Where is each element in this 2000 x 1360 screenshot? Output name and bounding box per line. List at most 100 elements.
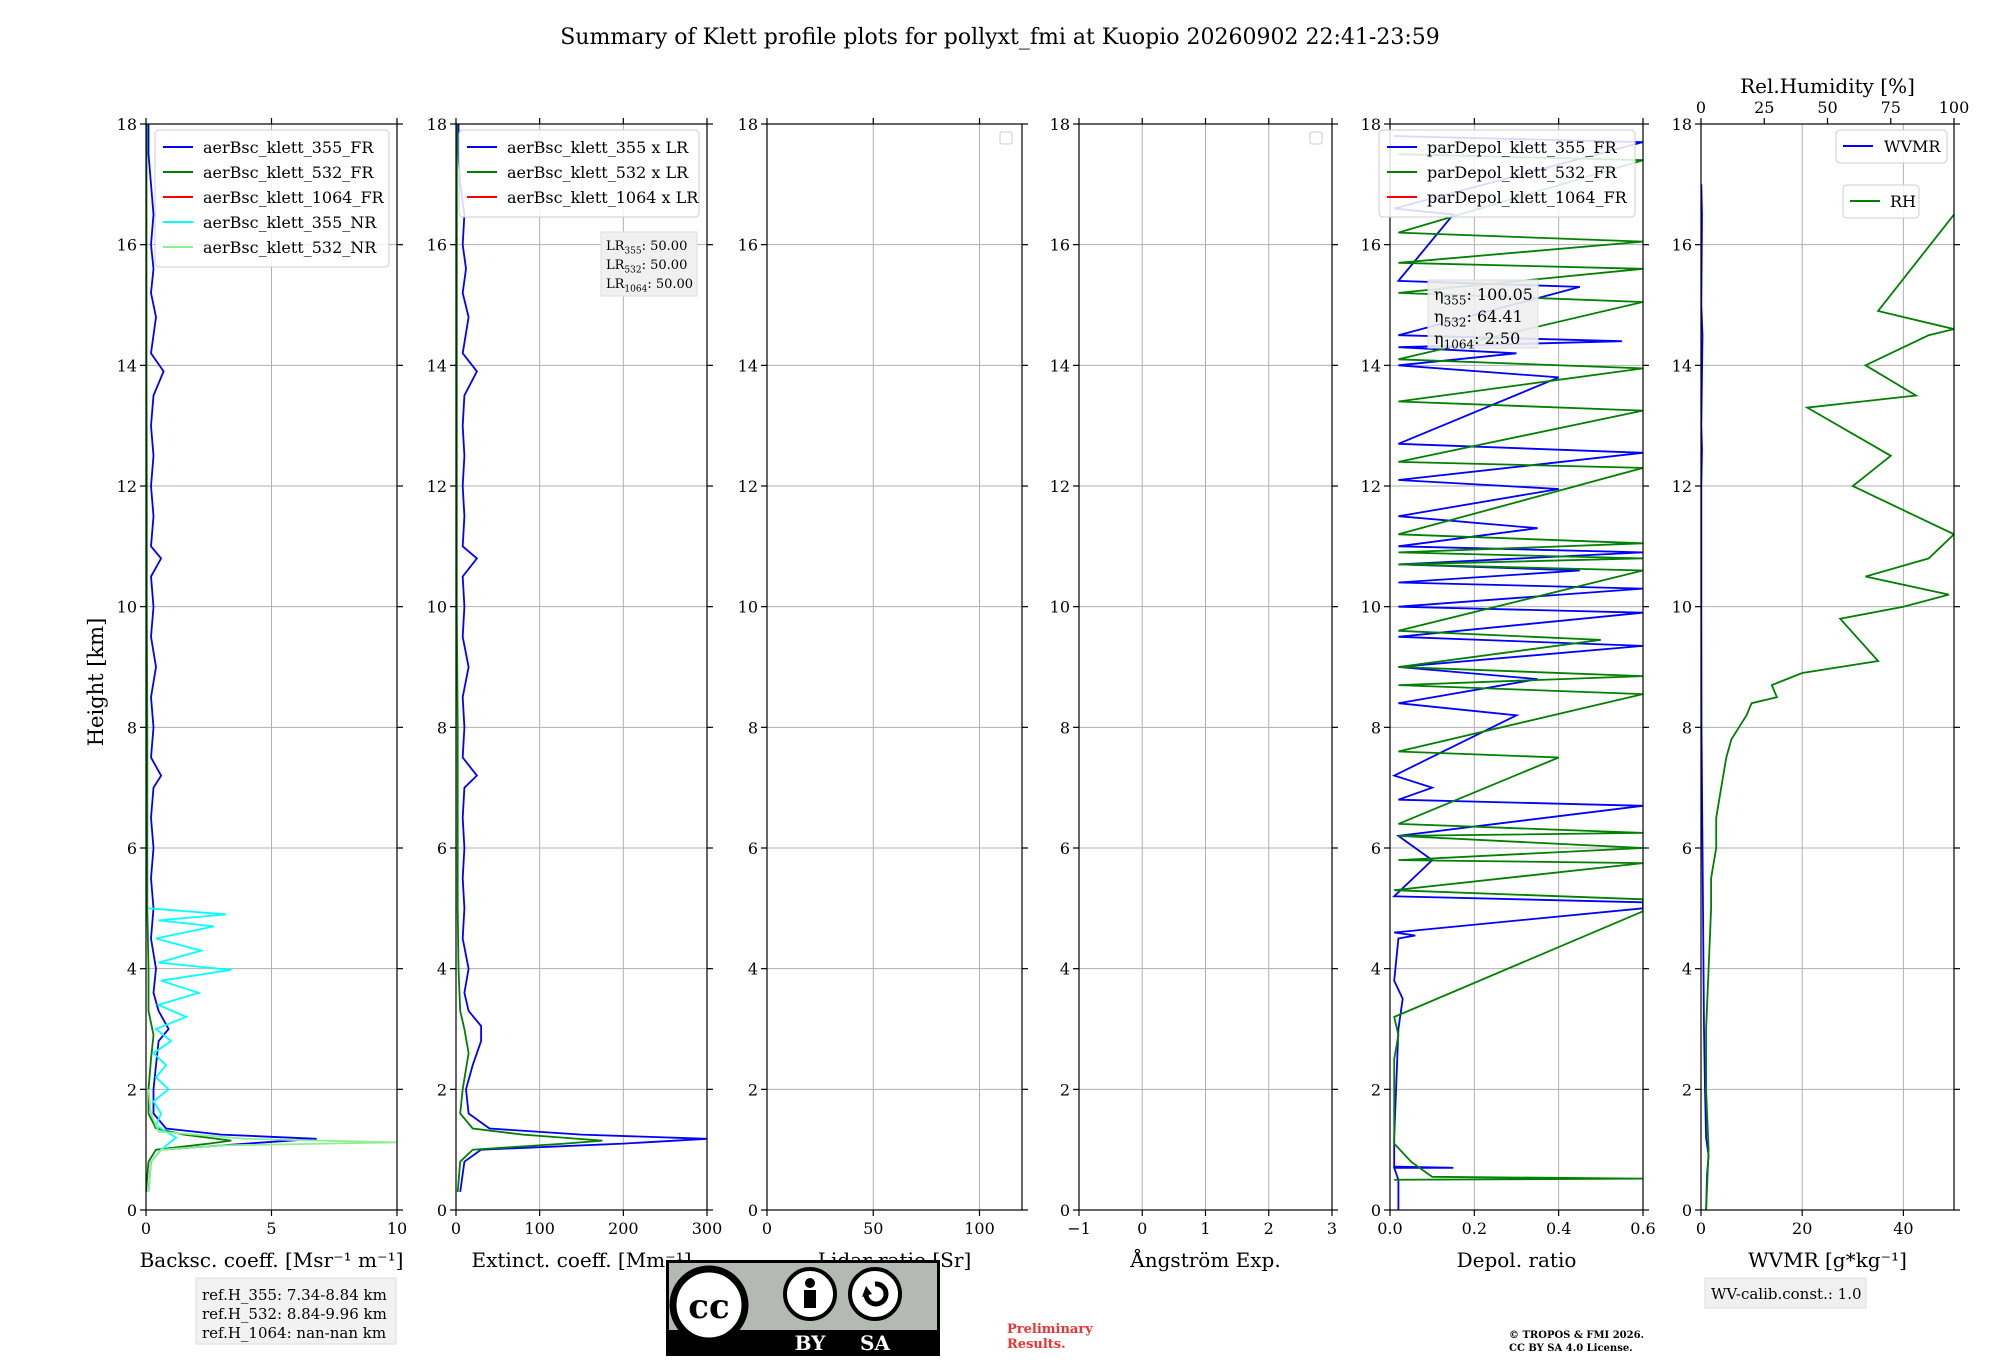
x-tick-label: −1 — [1067, 1219, 1091, 1238]
y-tick-label: 18 — [1050, 115, 1070, 134]
empty-legend-box — [999, 131, 1013, 145]
y-tick-label: 6 — [1682, 839, 1692, 858]
y-tick-label: 12 — [117, 477, 137, 496]
x-tick-label: 100 — [964, 1219, 995, 1238]
cc-license-badge: cc BY SA — [666, 1260, 940, 1356]
legend: aerBsc_klett_355 x LR aerBsc_klett_532 x … — [458, 129, 700, 218]
eta-annotation: η355: 100.05η532: 64.41η1064: 2.50 — [1427, 279, 1539, 351]
y-tick-label: 16 — [1050, 236, 1070, 255]
x-axis-label: Depol. ratio — [1457, 1248, 1577, 1272]
legend-label: WVMR — [1884, 137, 1941, 156]
legend-rh: RH — [1842, 184, 1920, 219]
copyright-line1: © TROPOS & FMI 2026. — [1509, 1330, 1644, 1341]
y-tick-label: 6 — [437, 839, 447, 858]
cc-logo-text: cc — [688, 1287, 729, 1327]
lr-text: LR1064: 50.00 — [606, 277, 693, 295]
y-tick-label: 14 — [1050, 356, 1070, 375]
y-tick-label: 12 — [738, 477, 758, 496]
y-tick-label: 12 — [427, 477, 447, 496]
legend: aerBsc_klett_355_FR aerBsc_klett_532_FRae… — [154, 129, 390, 268]
legend-label: aerBsc_klett_532_FR — [203, 163, 374, 182]
y-tick-label: 0 — [1060, 1201, 1070, 1220]
x-axis-label: Backsc. coeff. [Msr⁻¹ m⁻¹] — [140, 1248, 404, 1272]
y-tick-label: 0 — [748, 1201, 758, 1220]
y-tick-label: 10 — [738, 598, 758, 617]
y-tick-label: 10 — [117, 598, 137, 617]
y-tick-label: 2 — [437, 1080, 447, 1099]
legend-label: aerBsc_klett_355_FR — [203, 138, 374, 157]
legend-label: aerBsc_klett_1064 x LR — [507, 188, 699, 207]
x-tick-label: 2 — [1264, 1219, 1274, 1238]
y-tick-label: 10 — [1672, 598, 1692, 617]
y-axis-label: Height [km] — [84, 618, 108, 747]
y-tick-label: 14 — [1672, 356, 1692, 375]
top-x-tick-label: 75 — [1881, 98, 1901, 117]
by-label: BY — [795, 1331, 827, 1355]
top-x-tick-label: 25 — [1754, 98, 1774, 117]
legend-label: aerBsc_klett_532_NR — [203, 238, 377, 257]
legend-label: aerBsc_klett_532 x LR — [507, 163, 689, 182]
y-tick-label: 18 — [427, 115, 447, 134]
y-tick-label: 14 — [738, 356, 758, 375]
figure: Summary of Klett profile plots for polly… — [0, 0, 2000, 1360]
x-tick-label: 0 — [1696, 1219, 1706, 1238]
y-tick-label: 8 — [437, 718, 447, 737]
y-tick-label: 0 — [1682, 1201, 1692, 1220]
x-tick-label: 0 — [1137, 1219, 1147, 1238]
y-tick-label: 2 — [127, 1080, 137, 1099]
y-tick-label: 8 — [1060, 718, 1070, 737]
y-tick-label: 10 — [427, 598, 447, 617]
y-tick-label: 16 — [1361, 236, 1381, 255]
y-tick-label: 18 — [1672, 115, 1692, 134]
copyright-line2: CC BY SA 4.0 License. — [1509, 1343, 1633, 1354]
y-tick-label: 6 — [748, 839, 758, 858]
figure-title: Summary of Klett profile plots for polly… — [560, 25, 1440, 50]
y-tick-label: 4 — [127, 960, 137, 979]
legend-label: parDepol_klett_532_FR — [1427, 163, 1618, 182]
y-tick-label: 8 — [1371, 718, 1381, 737]
sa-share-icon — [848, 1267, 902, 1321]
x-tick-label: 10 — [387, 1219, 407, 1238]
lr-text: LR532: 50.00 — [606, 258, 687, 276]
y-tick-label: 4 — [437, 960, 447, 979]
x-tick-label: 300 — [692, 1219, 723, 1238]
y-tick-label: 2 — [1682, 1080, 1692, 1099]
y-tick-label: 16 — [117, 236, 137, 255]
x-axis-label: Ångström Exp. — [1129, 1247, 1280, 1272]
y-tick-label: 16 — [427, 236, 447, 255]
y-tick-label: 2 — [1060, 1080, 1070, 1099]
y-tick-label: 18 — [117, 115, 137, 134]
y-tick-label: 14 — [1361, 356, 1381, 375]
y-tick-label: 8 — [748, 718, 758, 737]
legend-label: aerBsc_klett_355_NR — [203, 213, 377, 232]
legend-label: RH — [1890, 192, 1916, 211]
y-tick-label: 16 — [1672, 236, 1692, 255]
x-tick-label: 0.4 — [1546, 1219, 1571, 1238]
x-tick-label: 0 — [762, 1219, 772, 1238]
y-tick-label: 4 — [1682, 960, 1692, 979]
empty-legend-box — [1309, 131, 1323, 145]
x-tick-label: 200 — [608, 1219, 639, 1238]
y-tick-label: 10 — [1050, 598, 1070, 617]
legend-wvmr: WVMR — [1835, 129, 1948, 164]
y-tick-label: 2 — [748, 1080, 758, 1099]
y-tick-label: 0 — [1371, 1201, 1381, 1220]
ref-height-box: ref.H_355: 7.34-8.84 km ref.H_532: 8.84-… — [195, 1277, 397, 1345]
y-tick-label: 4 — [1060, 960, 1070, 979]
y-tick-label: 18 — [1361, 115, 1381, 134]
x-tick-label: 50 — [863, 1219, 883, 1238]
x-tick-label: 100 — [524, 1219, 555, 1238]
x-axis-label: Extinct. coeff. [Mm⁻¹] — [471, 1248, 691, 1272]
y-tick-label: 0 — [127, 1201, 137, 1220]
y-tick-label: 6 — [127, 839, 137, 858]
legend-label: parDepol_klett_355_FR — [1427, 138, 1618, 157]
x-tick-label: 0.6 — [1630, 1219, 1655, 1238]
legend: parDepol_klett_355_FR parDepol_klett_532_… — [1378, 129, 1636, 218]
y-tick-label: 12 — [1672, 477, 1692, 496]
x-tick-label: 5 — [266, 1219, 276, 1238]
x-tick-label: 40 — [1893, 1219, 1913, 1238]
ref-height-1064: ref.H_1064: nan-nan km — [202, 1324, 386, 1342]
preliminary-note-line2: Results. — [1007, 1337, 1066, 1352]
y-tick-label: 4 — [748, 960, 758, 979]
preliminary-note-line1: Preliminary — [1007, 1322, 1093, 1337]
